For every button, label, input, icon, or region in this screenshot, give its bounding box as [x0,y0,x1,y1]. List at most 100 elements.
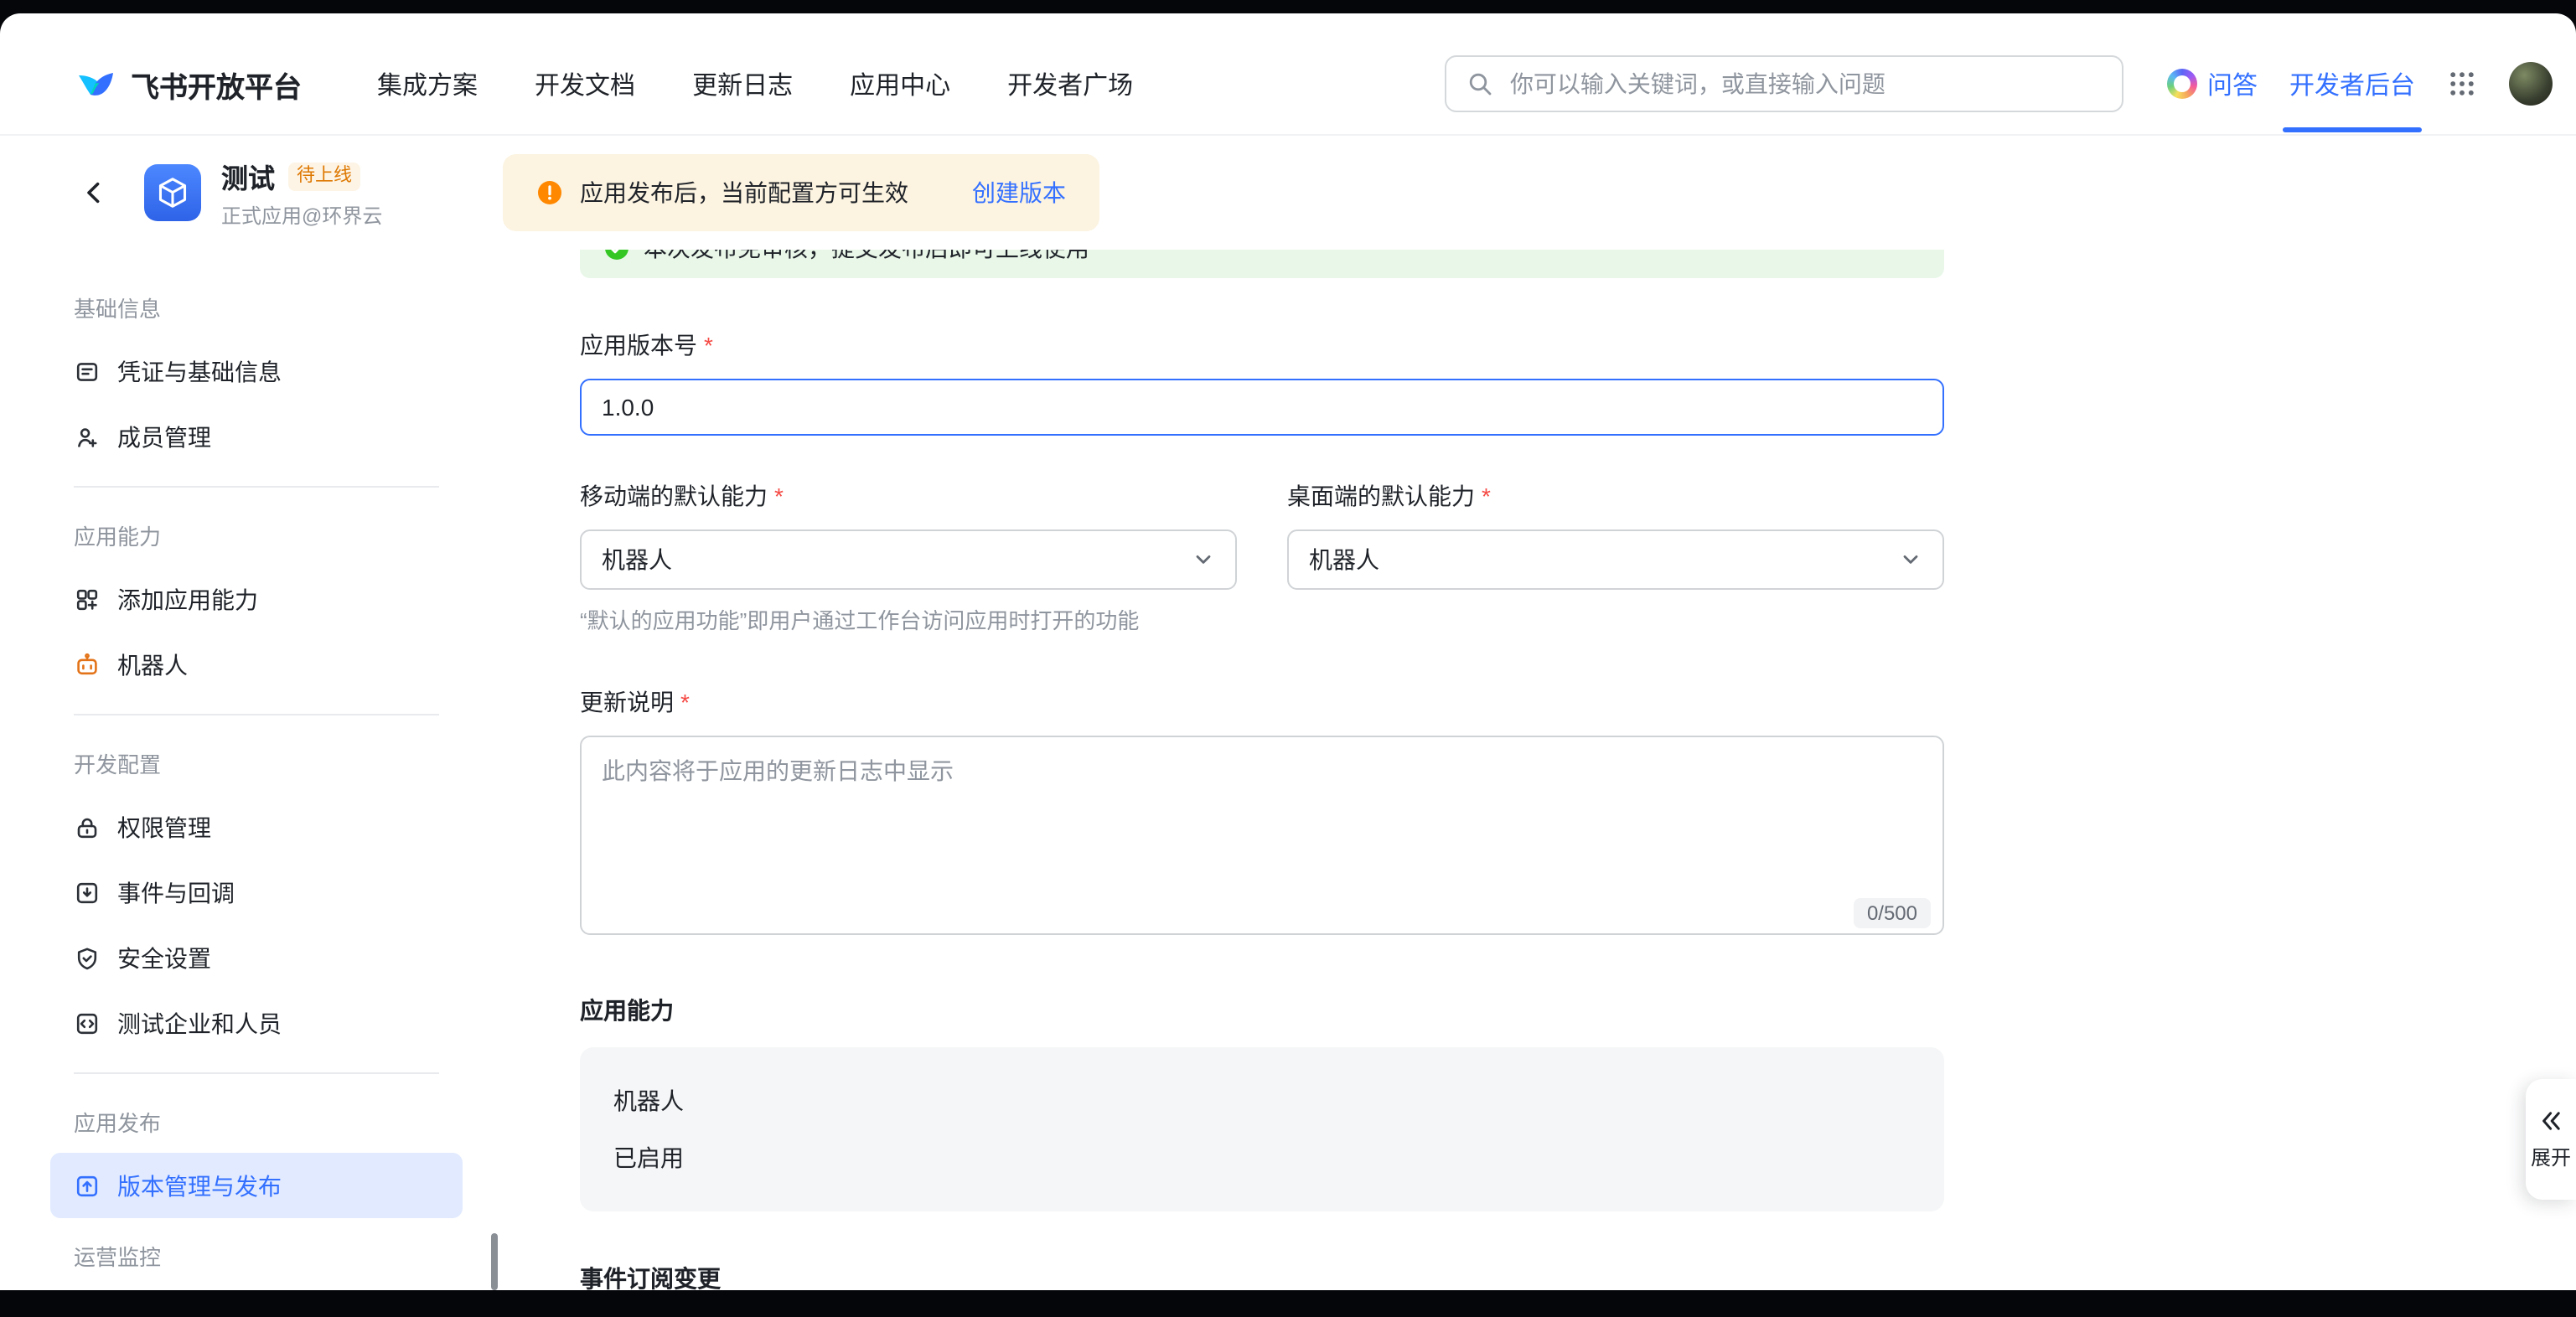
credential-icon [74,358,101,385]
robot-icon [74,651,101,678]
sidebar-divider [74,486,439,488]
nav-item-dev-marketplace[interactable]: 开发者广场 [1007,66,1133,101]
app-name: 测试 [221,156,275,196]
sidebar-item-label: 添加应用能力 [117,582,258,616]
app-window: 飞书开放平台 集成方案 开发文档 更新日志 应用中心 开发者广场 [0,13,2576,1290]
notice-text: 应用发布后，当前配置方可生效 [580,176,908,209]
sidebar-item-label: 安全设置 [117,941,211,974]
status-badge: 待上线 [288,162,360,190]
qa-button[interactable]: 问答 [2167,66,2258,101]
success-check-icon [603,250,630,261]
desktop-capability-select[interactable]: 机器人 [1287,529,1944,590]
create-version-link[interactable]: 创建版本 [972,176,1066,209]
qa-label: 问答 [2207,66,2258,101]
avatar[interactable] [2509,62,2553,106]
app-context-bar: 测试 待上线 正式应用@环界云 应用发布后，当前配置方可生效 创建版本 [0,136,2576,250]
nav-item-docs[interactable]: 开发文档 [535,66,635,101]
version-field-label: 应用版本号 * [580,328,1944,362]
capability-summary-box: 机器人 已启用 [580,1047,1944,1211]
capability-status: 已启用 [613,1141,1911,1175]
sidebar-divider [74,1072,439,1074]
mobile-capability-select[interactable]: 机器人 [580,529,1237,590]
permission-icon [74,813,101,840]
sidebar-section-release: 应用发布 [50,1091,463,1153]
version-input[interactable] [580,379,1944,436]
back-chevron-icon[interactable] [80,179,107,206]
select-value: 机器人 [1309,543,1379,576]
logo-text: 飞书开放平台 [131,63,302,105]
nav-item-integrations[interactable]: 集成方案 [377,66,478,101]
sidebar-item-label: 测试企业和人员 [117,1006,282,1040]
sidebar-item-events-callbacks[interactable]: 事件与回调 [50,860,463,925]
qa-colorwheel-icon [2167,69,2197,99]
char-counter: 0/500 [1854,898,1931,928]
mobile-capability-label: 移动端的默认能力 * [580,479,1237,513]
sidebar-item-test-org[interactable]: 测试企业和人员 [50,990,463,1056]
header-right-cluster: 问答 开发者后台 [2167,62,2553,106]
warning-icon [536,179,563,206]
feishu-logo[interactable]: 飞书开放平台 [74,62,302,106]
required-mark: * [704,332,713,359]
app-subtitle: 正式应用@环界云 [221,201,409,230]
review-free-banner: 本次发布免审核，提交发布后即可上线使用 [580,250,1944,278]
update-notes-textarea[interactable] [580,736,1944,935]
primary-nav: 集成方案 开发文档 更新日志 应用中心 开发者广场 [377,66,1133,101]
app-meta: 测试 待上线 正式应用@环界云 [221,156,409,230]
event-callback-icon [74,879,101,906]
tab-developer-console[interactable]: 开发者后台 [2289,66,2415,101]
sidebar-section-capabilities: 应用能力 [50,504,463,566]
required-mark: * [774,483,784,509]
sidebar: 基础信息 凭证与基础信息 [0,250,503,1290]
members-icon [74,423,101,450]
publish-notice-banner: 应用发布后，当前配置方可生效 创建版本 [503,154,1099,231]
capability-section-title: 应用能力 [580,994,1944,1027]
sidebar-item-label: 成员管理 [117,420,211,453]
select-value: 机器人 [602,543,672,576]
required-mark: * [680,689,690,715]
sidebar-item-permissions[interactable]: 权限管理 [50,794,463,860]
update-notes-label: 更新说明 * [580,685,1944,719]
sidebar-item-label: 事件与回调 [117,875,235,909]
expand-label: 展开 [2531,1142,2571,1170]
feishu-logo-icon [74,62,117,106]
sidebar-item-bot[interactable]: 机器人 [50,632,463,697]
sidebar-item-security[interactable]: 安全设置 [50,925,463,990]
top-header: 飞书开放平台 集成方案 开发文档 更新日志 应用中心 开发者广场 [0,13,2576,136]
sidebar-item-credentials[interactable]: 凭证与基础信息 [50,338,463,404]
chevron-down-icon [1192,548,1215,571]
apps-grid-icon[interactable] [2447,69,2477,99]
sidebar-item-version-release[interactable]: 版本管理与发布 [50,1153,463,1218]
sidebar-section-basic-info: 基础信息 [50,276,463,338]
add-capability-icon [74,586,101,612]
search-input[interactable] [1507,69,2102,99]
nav-item-app-center[interactable]: 应用中心 [850,66,950,101]
app-cube-icon [144,164,201,221]
test-org-icon [74,1010,101,1036]
security-icon [74,944,101,971]
browser-viewport: 飞书开放平台 集成方案 开发文档 更新日志 应用中心 开发者广场 [0,13,2576,1317]
sidebar-item-label: 权限管理 [117,810,211,844]
sidebar-section-dev-config: 开发配置 [50,732,463,794]
search-icon [1466,70,1493,97]
version-form: 本次发布免审核，提交发布后即可上线使用 应用版本号 * 移动端的默认能力 * [580,250,1944,1290]
capability-hint: “默认的应用功能”即用户通过工作台访问应用时打开的功能 [580,603,1944,635]
sidebar-scrollbar-thumb[interactable] [491,1233,498,1290]
required-mark: * [1482,483,1491,509]
sidebar-item-label: 版本管理与发布 [117,1169,282,1202]
expand-panel-button[interactable]: 展开 [2526,1079,2576,1200]
sidebar-item-label: 凭证与基础信息 [117,354,282,388]
main-panel: 本次发布免审核，提交发布后即可上线使用 应用版本号 * 移动端的默认能力 * [503,250,2576,1290]
sidebar-item-members[interactable]: 成员管理 [50,404,463,469]
sidebar-divider [74,714,439,715]
sidebar-item-label: 机器人 [117,648,188,681]
collapse-double-chevron-icon [2539,1108,2563,1132]
content-area: 基础信息 凭证与基础信息 [0,250,2576,1290]
chevron-down-icon [1899,548,1922,571]
event-section-title: 事件订阅变更 [580,1262,1944,1290]
sidebar-item-add-capability[interactable]: 添加应用能力 [50,566,463,632]
sidebar-section-operations: 运营监控 [50,1225,463,1287]
desktop-capability-label: 桌面端的默认能力 * [1287,479,1944,513]
capability-name: 机器人 [613,1084,1911,1118]
nav-item-changelog[interactable]: 更新日志 [692,66,793,101]
global-search[interactable] [1445,55,2123,112]
